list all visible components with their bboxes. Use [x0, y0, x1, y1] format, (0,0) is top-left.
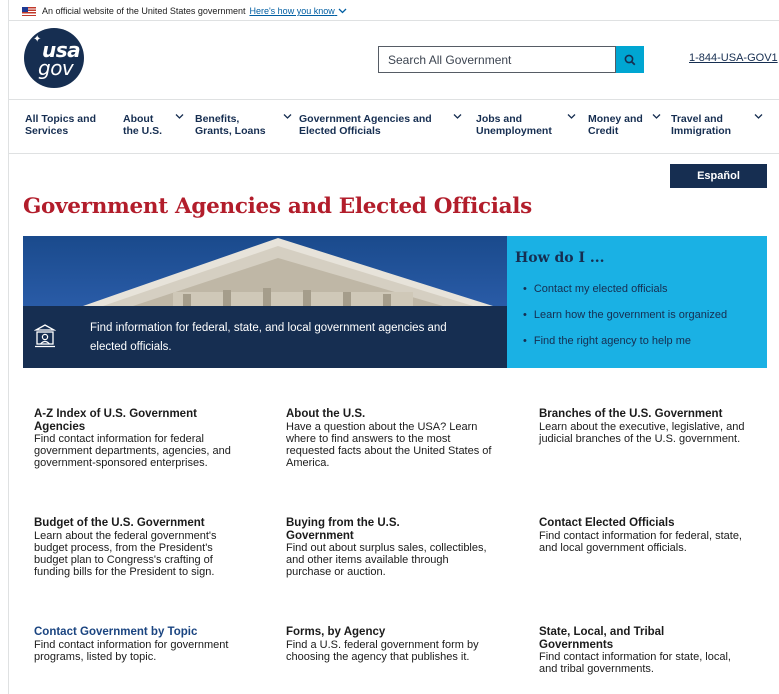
search-icon — [624, 54, 636, 65]
official-banner-text: An official website of the United States… — [42, 6, 246, 16]
chevron-down-icon[interactable] — [652, 113, 661, 120]
card-description: Find contact information for government … — [34, 638, 229, 663]
hero-caption-text: Find information for federal, state, and… — [90, 322, 447, 353]
search-input[interactable] — [378, 46, 616, 73]
nav-top-border — [9, 99, 779, 100]
chevron-down-icon[interactable] — [283, 113, 292, 120]
chevron-down-icon — [338, 8, 347, 14]
card-description: Learn about the federal government's bud… — [34, 529, 217, 578]
nav-label: Money and — [588, 113, 643, 125]
usagov-logo[interactable]: ✦ usa gov — [24, 28, 84, 88]
how-do-i-title: How do I ... — [515, 250, 605, 266]
nav-label: Credit — [588, 124, 619, 137]
card-title[interactable]: A-Z Index of U.S. Government Agencies — [34, 408, 244, 433]
nav-label: Unemployment — [476, 124, 552, 137]
nav-label: Benefits, — [195, 113, 240, 125]
card-description: Find out about surplus sales, collectibl… — [286, 542, 487, 578]
espanol-button[interactable]: Español — [670, 164, 767, 188]
card-title[interactable]: Branches of the U.S. Government — [539, 408, 761, 421]
page-title: Government Agencies and Elected Official… — [23, 194, 532, 219]
nav-item-money[interactable]: Money and Credit — [588, 113, 643, 137]
nav-item-government-agencies[interactable]: Government Agencies and Elected Official… — [299, 113, 432, 137]
card-contact-by-topic: Contact Government by Topic Find contact… — [34, 626, 239, 663]
phone-link[interactable]: 1-844-USA-GOV1 — [689, 52, 778, 64]
card-branches: Branches of the U.S. Government Learn ab… — [539, 408, 761, 445]
us-flag-icon — [22, 6, 36, 16]
nav-label: Grants, Loans — [195, 124, 266, 137]
how-do-i-link[interactable]: Learn how the government is organized — [523, 309, 727, 321]
chevron-down-icon[interactable] — [754, 113, 763, 120]
card-title[interactable]: About the U.S. — [286, 408, 498, 421]
nav-label: the U.S. — [123, 124, 163, 137]
card-title[interactable]: Forms, by Agency — [286, 626, 501, 639]
nav-label: Travel and — [671, 113, 723, 125]
nav-item-about[interactable]: About the U.S. — [123, 113, 163, 137]
nav-item-all-topics[interactable]: All Topics and Services — [25, 113, 96, 137]
card-contact-elected: Contact Elected Officials Find contact i… — [539, 517, 754, 554]
how-you-know-label: Here's how you know — [249, 6, 335, 16]
card-title[interactable]: Contact Government by Topic — [34, 626, 239, 639]
nav-label: About — [123, 113, 154, 125]
card-description: Learn about the executive, legislative, … — [539, 420, 745, 445]
card-title[interactable]: Budget of the U.S. Government — [34, 517, 246, 530]
search-form — [378, 46, 644, 73]
nav-label: All Topics and — [25, 113, 96, 125]
card-buying: Buying from the U.S. Government Find out… — [286, 517, 491, 578]
card-title[interactable]: Contact Elected Officials — [539, 517, 754, 530]
page-left-border — [8, 0, 9, 694]
banner-divider — [9, 20, 779, 21]
how-do-i-link[interactable]: Find the right agency to help me — [523, 335, 691, 347]
card-description: Find contact information for federal gov… — [34, 433, 231, 469]
chevron-down-icon[interactable] — [453, 113, 462, 120]
card-az-index: A-Z Index of U.S. Government Agencies Fi… — [34, 408, 244, 469]
nav-item-jobs[interactable]: Jobs and Unemployment — [476, 113, 552, 137]
nav-label: Immigration — [671, 124, 732, 137]
supreme-court-image — [83, 238, 493, 306]
government-building-icon — [34, 324, 56, 348]
card-about-us: About the U.S. Have a question about the… — [286, 408, 498, 469]
how-you-know-link[interactable]: Here's how you know — [249, 6, 347, 16]
card-description: Have a question about the USA? Learn whe… — [286, 420, 492, 469]
how-do-i-panel: How do I ... Contact my elected official… — [507, 236, 767, 368]
card-description: Find contact information for state, loca… — [539, 651, 731, 675]
nav-item-travel[interactable]: Travel and Immigration — [671, 113, 732, 137]
chevron-down-icon[interactable] — [175, 113, 184, 120]
official-banner: An official website of the United States… — [22, 2, 347, 20]
chevron-down-icon[interactable] — [567, 113, 576, 120]
card-title[interactable]: Buying from the U.S. Government — [286, 517, 436, 542]
hero-caption: Find information for federal, state, and… — [23, 306, 507, 368]
logo-text-bottom: gov — [38, 56, 74, 80]
nav-label: Government Agencies and — [299, 113, 432, 125]
card-forms: Forms, by Agency Find a U.S. federal gov… — [286, 626, 501, 663]
nav-label: Elected Officials — [299, 124, 381, 137]
hero-banner: Find information for federal, state, and… — [23, 236, 507, 368]
nav-label: Services — [25, 124, 69, 137]
search-button[interactable] — [616, 46, 644, 73]
card-description: Find a U.S. federal government form by c… — [286, 638, 479, 663]
card-budget: Budget of the U.S. Government Learn abou… — [34, 517, 246, 578]
nav-label: Jobs and — [476, 113, 523, 125]
nav-bottom-border — [9, 153, 779, 154]
nav-item-benefits[interactable]: Benefits, Grants, Loans — [195, 113, 266, 137]
card-state-local-tribal: State, Local, and Tribal Governments Fin… — [539, 626, 739, 675]
how-do-i-link[interactable]: Contact my elected officials — [523, 283, 668, 295]
card-description: Find contact information for federal, st… — [539, 529, 742, 554]
star-icon: ✦ — [33, 34, 42, 45]
card-title[interactable]: State, Local, and Tribal Governments — [539, 626, 699, 651]
